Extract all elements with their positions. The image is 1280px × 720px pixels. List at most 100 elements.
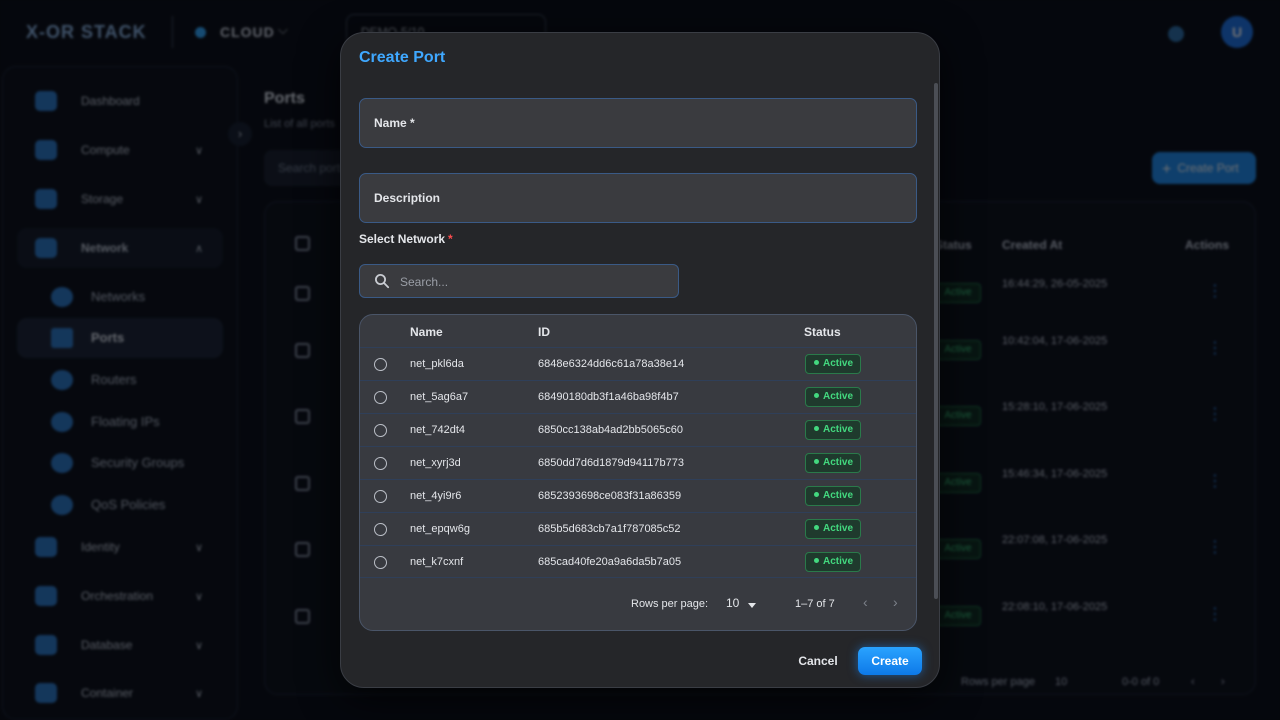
database-icon	[35, 635, 57, 655]
shield-icon	[51, 453, 73, 473]
sidebar: Dashboard Compute ∨ Storage ∨ Network ∧ …	[2, 66, 238, 720]
network-search-input[interactable]	[400, 273, 660, 291]
sidebar-item-orchestration[interactable]: Orchestration ∨	[17, 576, 223, 616]
status-text: Active	[823, 523, 854, 534]
chevron-left-icon[interactable]: ‹	[863, 594, 868, 610]
page-subtitle: List of all ports	[264, 118, 335, 130]
network-id: 6848e6324dd6c61a78a38e14	[538, 358, 685, 370]
status-text: Active	[823, 391, 854, 402]
region-status-dot	[195, 27, 206, 38]
created-at: 15:28:10, 17-06-2025	[1002, 401, 1108, 413]
row-actions-icon[interactable]: ⋮	[1207, 540, 1223, 556]
network-radio[interactable]	[374, 523, 387, 536]
sidebar-item-database[interactable]: Database ∨	[17, 625, 223, 665]
row-actions-icon[interactable]: ⋮	[1207, 341, 1223, 357]
sidebar-item-label: Compute	[81, 143, 130, 157]
name-field[interactable]: Name *	[359, 98, 917, 148]
description-field[interactable]: Description	[359, 173, 917, 223]
network-row[interactable]: net_pkl6da 6848e6324dd6c61a78a38e14 Acti…	[360, 347, 916, 380]
row-checkbox[interactable]	[295, 286, 310, 301]
notification-icon[interactable]	[1168, 26, 1184, 42]
sidebar-item-qos-policies[interactable]: QoS Policies	[17, 485, 223, 525]
cancel-button[interactable]: Cancel	[793, 647, 843, 675]
created-at: 10:42:04, 17-06-2025	[1002, 335, 1108, 347]
sidebar-item-container[interactable]: Container ∨	[17, 673, 223, 713]
pagination-range: 0-0 of 0	[1122, 676, 1160, 688]
network-row[interactable]: net_epqw6g 685b5d683cb7a1f787085c52 Acti…	[360, 512, 916, 545]
network-row[interactable]: net_5ag6a7 68490180db3f1a46ba98f4b7 Acti…	[360, 380, 916, 413]
row-checkbox[interactable]	[295, 542, 310, 557]
row-checkbox[interactable]	[295, 476, 310, 491]
created-at: 22:07:08, 17-06-2025	[1002, 534, 1108, 546]
network-radio[interactable]	[374, 556, 387, 569]
create-port-button[interactable]: + Create Port	[1152, 152, 1256, 184]
status-badge: Active	[935, 473, 981, 493]
search-icon	[375, 274, 390, 289]
home-icon	[35, 91, 57, 111]
status-dot-icon	[814, 393, 819, 398]
network-name: net_pkl6da	[410, 358, 464, 370]
rows-per-page-select[interactable]: 10	[726, 596, 760, 614]
network-radio[interactable]	[374, 490, 387, 503]
select-all-checkbox[interactable]	[295, 236, 310, 251]
row-checkbox[interactable]	[295, 609, 310, 624]
sidebar-item-routers[interactable]: Routers	[17, 360, 223, 400]
sidebar-item-compute[interactable]: Compute ∨	[17, 130, 223, 170]
status-text: Active	[823, 457, 854, 468]
sidebar-item-label: Ports	[91, 330, 125, 345]
created-at: 16:44:29, 26-05-2025	[1002, 278, 1108, 290]
row-actions-icon[interactable]: ⋮	[1207, 474, 1223, 490]
sidebar-item-dashboard[interactable]: Dashboard	[17, 81, 223, 121]
network-radio[interactable]	[374, 391, 387, 404]
status-text: Active	[823, 490, 854, 501]
network-row[interactable]: net_4yi9r6 6852393698ce083f31a86359 Acti…	[360, 479, 916, 512]
network-name: net_5ag6a7	[410, 391, 469, 403]
dialog-scrollbar[interactable]	[934, 83, 938, 599]
create-port-dialog: Create Port Name * Description Select Ne…	[340, 32, 940, 688]
plus-icon: +	[1162, 161, 1172, 178]
sidebar-collapse-button[interactable]: ›	[228, 122, 252, 146]
status-badge: Active	[805, 486, 861, 506]
sidebar-item-ports[interactable]: Ports	[17, 318, 223, 358]
network-row[interactable]: net_xyrj3d 6850dd7d6d1879d94117b773 Acti…	[360, 446, 916, 479]
sidebar-item-storage[interactable]: Storage ∨	[17, 179, 223, 219]
status-dot-icon	[814, 525, 819, 530]
rows-per-page-select[interactable]: 10	[1055, 676, 1067, 688]
sidebar-item-networks[interactable]: Networks	[17, 277, 223, 317]
user-avatar[interactable]: U	[1221, 16, 1253, 48]
network-id: 685b5d683cb7a1f787085c52	[538, 523, 681, 535]
sidebar-item-floating-ips[interactable]: Floating IPs	[17, 402, 223, 442]
rows-per-page-label: Rows per page	[961, 676, 1035, 688]
sidebar-item-identity[interactable]: Identity ∨	[17, 527, 223, 567]
storage-icon	[35, 189, 57, 209]
network-row[interactable]: net_k7cxnf 685cad40fe20a9a6da5b7a05 Acti…	[360, 545, 916, 578]
create-button[interactable]: Create	[858, 647, 922, 675]
dialog-title: Create Port	[359, 49, 446, 66]
column-header-name: Name	[410, 325, 443, 339]
row-actions-icon[interactable]: ⋮	[1207, 607, 1223, 623]
network-radio[interactable]	[374, 358, 387, 371]
prev-page-icon[interactable]: ‹	[1191, 676, 1195, 688]
row-checkbox[interactable]	[295, 409, 310, 424]
column-header-status: Status	[935, 238, 972, 252]
next-page-icon[interactable]: ›	[1221, 676, 1225, 688]
rows-per-page-value: 10	[726, 596, 740, 610]
sidebar-item-network[interactable]: Network ∧	[17, 228, 223, 268]
chevron-right-icon[interactable]: ›	[893, 594, 898, 610]
sidebar-item-security-groups[interactable]: Security Groups	[17, 443, 223, 483]
region-selector-label[interactable]: CLOUD	[220, 24, 275, 40]
chevron-down-icon[interactable]: ⌵	[278, 22, 288, 38]
row-actions-icon[interactable]: ⋮	[1207, 407, 1223, 423]
row-checkbox[interactable]	[295, 343, 310, 358]
network-name: net_742dt4	[410, 424, 466, 436]
status-badge: Active	[805, 354, 861, 374]
network-radio[interactable]	[374, 457, 387, 470]
required-mark: *	[448, 232, 453, 246]
chevron-up-icon: ∧	[195, 242, 204, 255]
row-actions-icon[interactable]: ⋮	[1207, 284, 1223, 300]
status-badge: Active	[805, 519, 861, 539]
network-row[interactable]: net_742dt4 6850cc138ab4ad2bb5065c60 Acti…	[360, 413, 916, 446]
network-radio[interactable]	[374, 424, 387, 437]
network-search[interactable]	[359, 264, 679, 298]
column-header-actions: Actions	[1185, 238, 1230, 252]
